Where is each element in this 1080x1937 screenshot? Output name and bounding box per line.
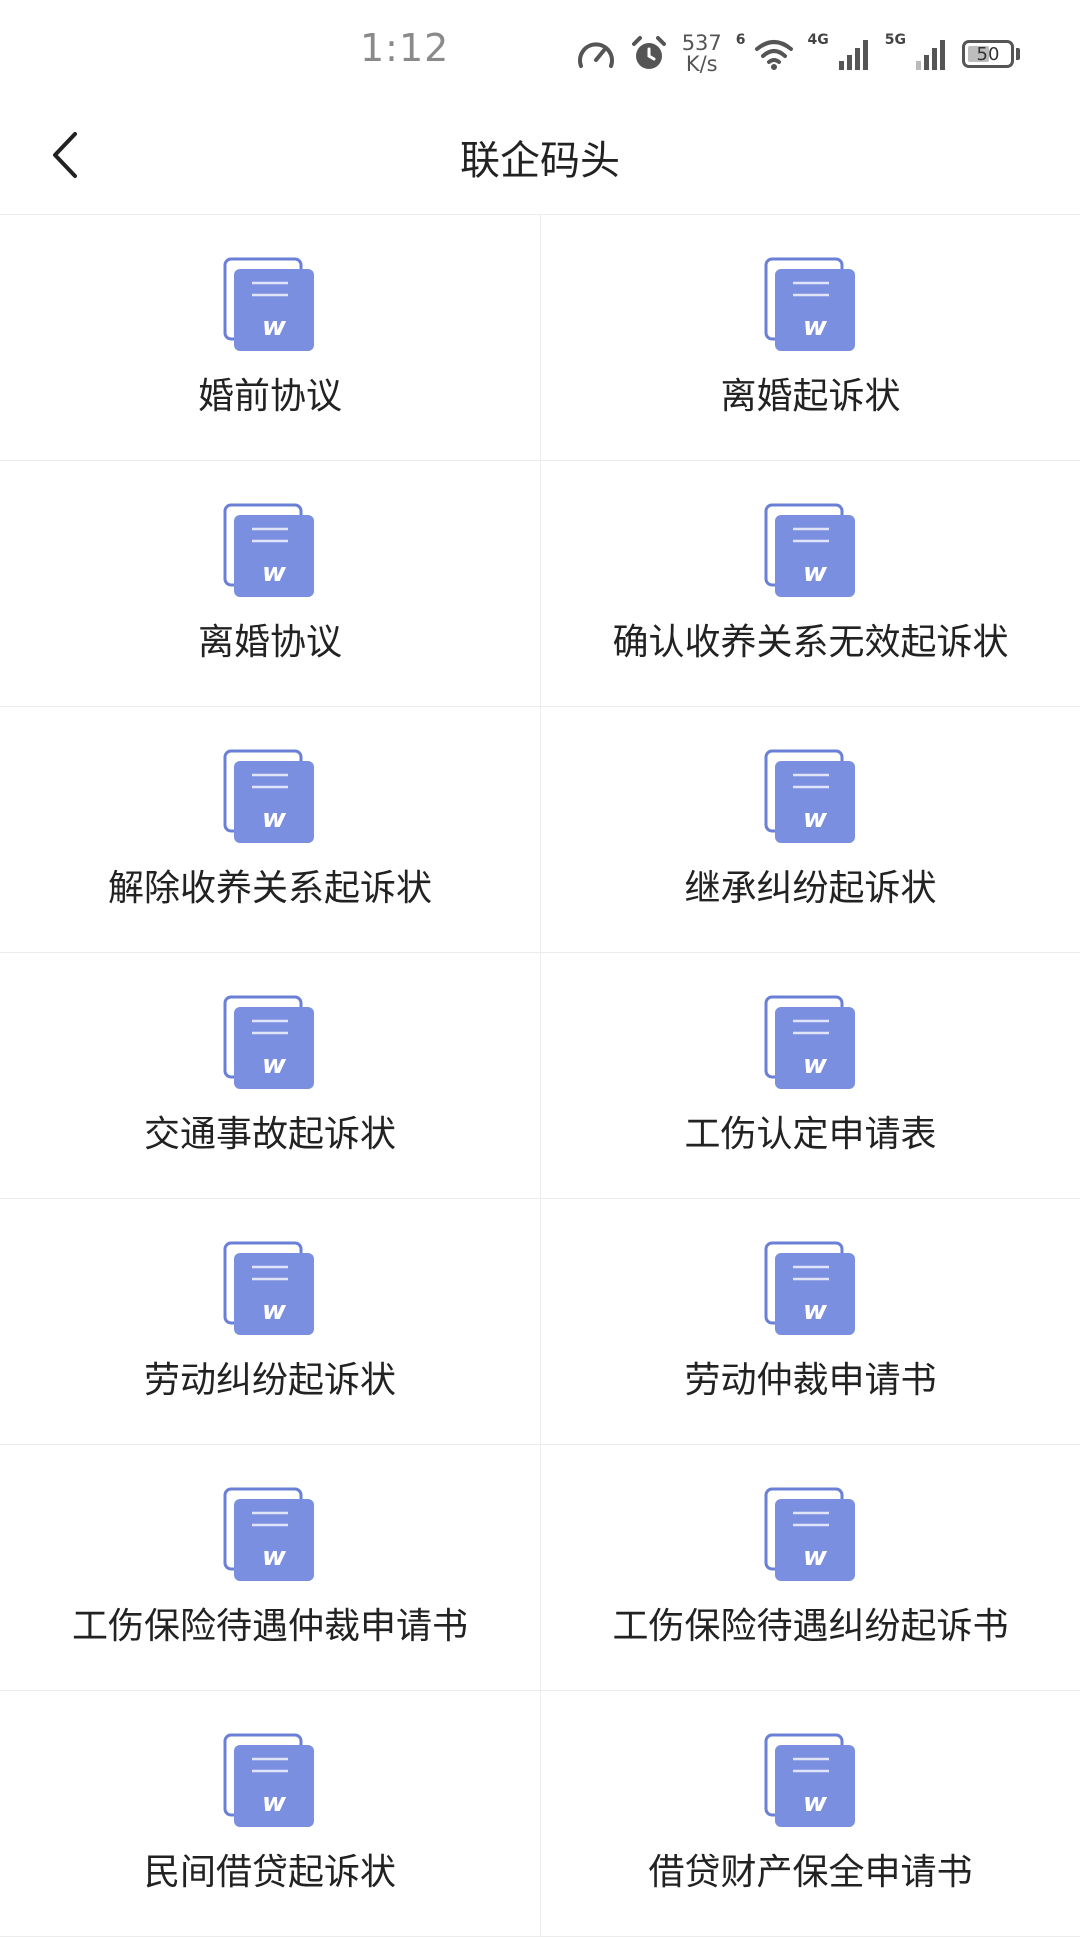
- svg-text:w: w: [802, 1050, 827, 1080]
- svg-text:w: w: [802, 804, 827, 834]
- document-label: 民间借贷起诉状: [143, 1852, 396, 1893]
- document-grid: w 婚前协议 w 离婚起诉状 w 离婚协议 w 确认收养关系无效起诉状 w 解除…: [0, 215, 1080, 1937]
- network-speed: 537 K/s: [682, 33, 722, 75]
- word-document-icon: w: [763, 501, 859, 601]
- document-label: 离婚起诉状: [720, 376, 901, 417]
- svg-text:w: w: [262, 1050, 287, 1080]
- word-document-icon: w: [222, 993, 318, 1093]
- document-item[interactable]: w 交通事故起诉状: [0, 953, 541, 1199]
- cell2-label: 5G: [884, 32, 906, 48]
- document-label: 婚前协议: [197, 376, 342, 417]
- document-label: 借贷财产保全申请书: [648, 1852, 973, 1893]
- svg-text:w: w: [262, 804, 287, 834]
- document-label: 交通事故起诉状: [143, 1114, 396, 1155]
- document-item[interactable]: w 借贷财产保全申请书: [541, 1691, 1080, 1937]
- document-item[interactable]: w 工伤保险待遇纠纷起诉书: [541, 1445, 1080, 1691]
- word-document-icon: w: [222, 255, 318, 355]
- status-bar: 1:12 537 K/s 6 4G 5G 50: [0, 0, 1080, 100]
- battery-icon: 50: [962, 40, 1020, 68]
- word-document-icon: w: [222, 1239, 318, 1339]
- word-document-icon: w: [222, 501, 318, 601]
- svg-text:w: w: [802, 558, 827, 588]
- word-document-icon: w: [763, 747, 859, 847]
- document-item[interactable]: w 婚前协议: [0, 215, 541, 461]
- alarm-icon: [631, 36, 666, 69]
- document-item[interactable]: w 离婚起诉状: [541, 215, 1080, 461]
- cell1-label: 4G: [807, 32, 829, 48]
- signal-icon-1: [838, 40, 868, 70]
- word-document-icon: w: [763, 993, 859, 1093]
- svg-text:w: w: [802, 312, 827, 342]
- word-document-icon: w: [222, 1485, 318, 1585]
- svg-text:w: w: [262, 312, 287, 342]
- word-document-icon: w: [222, 1731, 318, 1831]
- document-item[interactable]: w 确认收养关系无效起诉状: [541, 461, 1080, 707]
- document-item[interactable]: w 工伤保险待遇仲裁申请书: [0, 1445, 541, 1691]
- svg-text:w: w: [262, 558, 287, 588]
- speedometer-icon: [577, 42, 614, 68]
- svg-text:w: w: [262, 1296, 287, 1326]
- svg-text:w: w: [262, 1788, 287, 1818]
- document-label: 继承纠纷起诉状: [684, 868, 937, 909]
- signal-icon-2: [916, 40, 945, 70]
- document-label: 离婚协议: [197, 622, 342, 663]
- document-label: 工伤保险待遇纠纷起诉书: [612, 1606, 1009, 1647]
- word-document-icon: w: [763, 1239, 859, 1339]
- document-label: 工伤保险待遇仲裁申请书: [71, 1606, 468, 1647]
- document-item[interactable]: w 解除收养关系起诉状: [0, 707, 541, 953]
- document-label: 确认收养关系无效起诉状: [612, 622, 1009, 663]
- word-document-icon: w: [763, 1485, 859, 1585]
- wifi-label: 6: [735, 32, 746, 48]
- status-time: 1:12: [360, 26, 450, 70]
- svg-text:w: w: [802, 1542, 827, 1572]
- document-label: 劳动纠纷起诉状: [143, 1360, 396, 1401]
- word-document-icon: w: [222, 747, 318, 847]
- battery-level: 50: [976, 43, 1000, 65]
- document-item[interactable]: w 工伤认定申请表: [541, 953, 1080, 1199]
- network-speed-value: 537: [681, 31, 722, 55]
- nav-bar: 联企码头: [0, 100, 1080, 215]
- document-item[interactable]: w 继承纠纷起诉状: [541, 707, 1080, 953]
- svg-text:w: w: [262, 1542, 287, 1572]
- document-label: 解除收养关系起诉状: [107, 868, 432, 909]
- document-label: 劳动仲裁申请书: [684, 1360, 937, 1401]
- document-label: 工伤认定申请表: [684, 1114, 937, 1155]
- network-speed-unit: K/s: [685, 52, 718, 76]
- word-document-icon: w: [763, 1731, 859, 1831]
- document-item[interactable]: w 劳动纠纷起诉状: [0, 1199, 541, 1445]
- svg-text:w: w: [802, 1788, 827, 1818]
- wifi-icon: [754, 40, 793, 70]
- svg-text:w: w: [802, 1296, 827, 1326]
- status-icons: 537 K/s 6 4G 5G 50: [576, 26, 1020, 82]
- document-item[interactable]: w 民间借贷起诉状: [0, 1691, 541, 1937]
- document-item[interactable]: w 劳动仲裁申请书: [541, 1199, 1080, 1445]
- page-title: 联企码头: [460, 138, 620, 184]
- document-item[interactable]: w 离婚协议: [0, 461, 541, 707]
- word-document-icon: w: [763, 255, 859, 355]
